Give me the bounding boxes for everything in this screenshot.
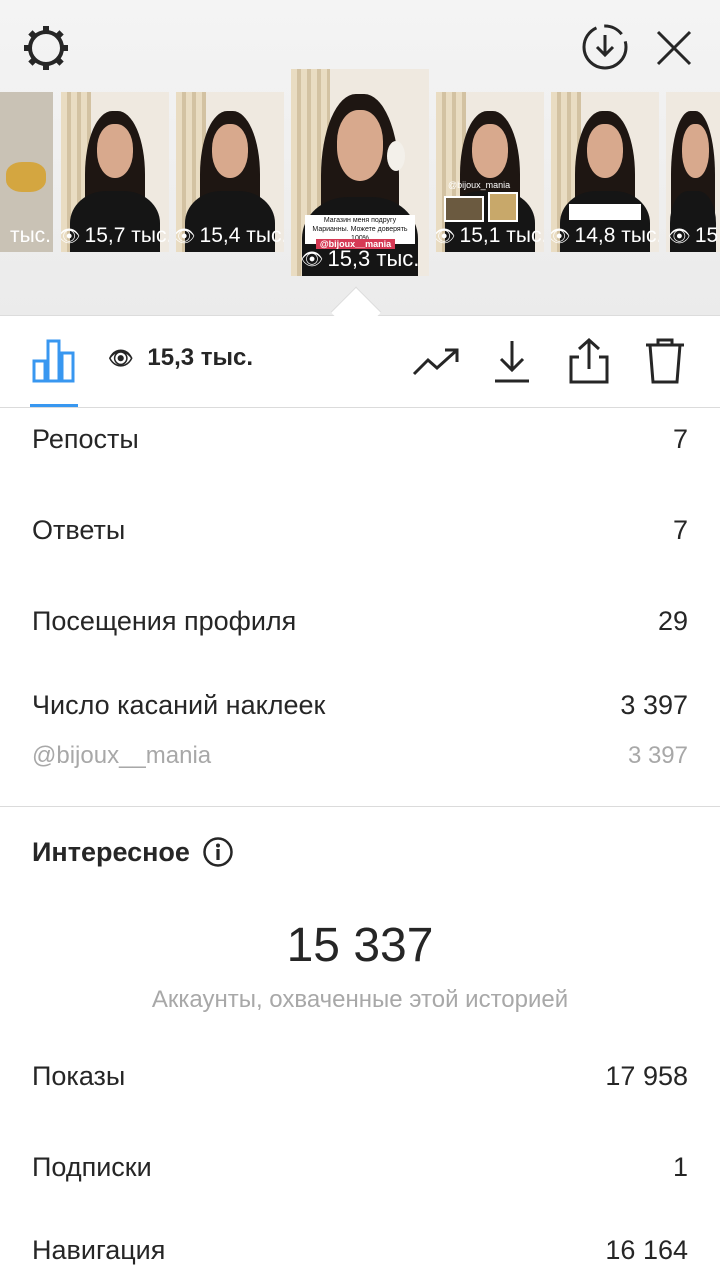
metric-label: Ответы	[32, 515, 126, 545]
insights-tab[interactable]	[30, 336, 78, 384]
story-sticker: @bijoux_mania	[448, 180, 511, 190]
discovery-section-title: Интересное	[32, 836, 234, 868]
share-button[interactable]	[566, 336, 612, 386]
story-carousel-area: тыс. 👁 15,7 тыс. 👁 15,4 тыс. Магазин меня …	[0, 0, 720, 316]
eye-icon: 👁	[176, 225, 196, 246]
metric-label: Подписки	[32, 1152, 152, 1182]
metric-label: Посещения профиля	[32, 606, 297, 636]
delete-button[interactable]	[642, 336, 688, 386]
eye-icon: 👁	[108, 347, 134, 370]
reach-value: 15 337	[286, 919, 434, 972]
story-thumbnail[interactable]: 👁 14,8 тыс.	[551, 92, 659, 252]
metric-label: @bijoux__mania	[32, 742, 212, 769]
story-thumbnail[interactable]: 👁 15,4 тыс.	[176, 92, 284, 252]
download-icon	[495, 341, 529, 383]
metric-row-sticker-taps: Число касаний наклеек 3 397	[32, 690, 688, 721]
download-circle-icon	[582, 24, 628, 70]
metric-value: 3 397	[627, 742, 688, 769]
eye-icon: 👁	[551, 225, 571, 246]
trend-icon	[412, 348, 459, 376]
story-thumbnail-selected[interactable]: Магазин меня подругу Марианны. Можете до…	[291, 69, 429, 276]
eye-icon: 👁	[436, 225, 456, 246]
trash-icon	[646, 338, 684, 384]
story-views: 👁 15	[668, 224, 719, 247]
active-tab-indicator	[30, 404, 78, 407]
eye-icon: 👁	[61, 225, 81, 246]
download-button[interactable]	[490, 336, 534, 386]
metric-value: 29	[657, 606, 688, 636]
metric-row-follows: Подписки 1	[32, 1152, 688, 1183]
metric-label: Показы	[32, 1061, 126, 1091]
metric-row-sticker-mention: @bijoux__mania 3 397	[32, 742, 688, 770]
metric-value: 3 397	[620, 690, 688, 720]
story-views: 👁 15,3 тыс.	[300, 246, 420, 271]
story-views: 👁 14,8 тыс.	[551, 224, 659, 248]
story-views: тыс.	[9, 224, 51, 247]
section-divider	[0, 806, 720, 807]
bar-chart-icon	[32, 339, 75, 383]
close-button[interactable]	[648, 22, 700, 74]
views-count: 👁 15,3 тыс.	[108, 344, 254, 371]
info-icon[interactable]	[202, 836, 234, 868]
metric-label: Репосты	[32, 424, 139, 454]
metric-value: 7	[672, 424, 688, 454]
story-thumbnail[interactable]: 👁 15,7 тыс.	[61, 92, 169, 252]
eye-icon: 👁	[300, 248, 324, 269]
story-views: 👁 15,7 тыс.	[61, 224, 169, 248]
metric-row-profile-visits: Посещения профиля 29	[32, 606, 688, 637]
story-views: 👁 15,1 тыс.	[436, 224, 544, 248]
save-story-button[interactable]	[576, 18, 634, 76]
metric-value: 7	[672, 515, 688, 545]
metric-row-impressions: Показы 17 958	[32, 1061, 688, 1092]
promote-button[interactable]	[410, 340, 462, 384]
eye-icon: 👁	[668, 225, 691, 246]
metric-row-reposts: Репосты 7	[32, 424, 688, 455]
metric-row-replies: Ответы 7	[32, 515, 688, 546]
metric-value: 17 958	[605, 1061, 688, 1091]
insights-toolbar: 👁 15,3 тыс.	[0, 316, 720, 408]
metric-label: Навигация	[32, 1235, 166, 1265]
metric-value: 1	[672, 1152, 688, 1182]
story-thumbnail[interactable]: тыс.	[0, 92, 53, 252]
share-icon	[569, 337, 609, 384]
metric-value: 16 164	[605, 1235, 688, 1265]
story-thumbnail[interactable]: @bijoux_mania 👁 15,1 тыс.	[436, 92, 544, 252]
story-thumbnail[interactable]: 👁 15	[666, 92, 720, 252]
metric-label: Число касаний наклеек	[32, 690, 326, 720]
close-icon	[656, 30, 692, 66]
metric-row-navigation: Навигация 16 164	[32, 1235, 688, 1266]
reach-caption: Аккаунты, охваченные этой историей	[151, 986, 569, 1013]
settings-button[interactable]	[18, 20, 74, 76]
settings-icon	[24, 26, 68, 70]
story-views: 👁 15,4 тыс.	[176, 224, 284, 248]
